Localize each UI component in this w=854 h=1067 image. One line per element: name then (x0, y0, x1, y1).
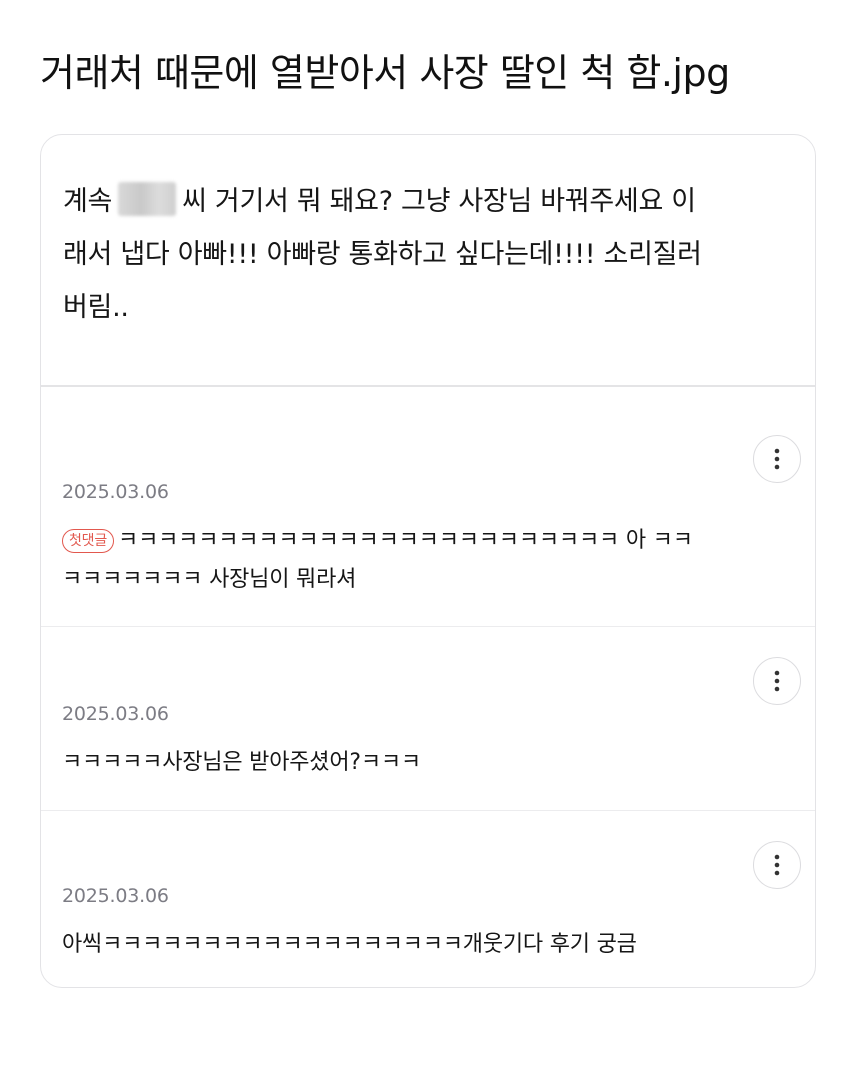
comment-item: 2025.03.06 첫댓글 ㅋㅋㅋㅋㅋㅋㅋㅋㅋㅋㅋㅋㅋㅋㅋㅋㅋㅋㅋㅋㅋㅋㅋㅋㅋ … (41, 387, 815, 627)
comment-line: ㅋㅋㅋㅋㅋ사장님은 받아주셨어?ㅋㅋㅋ (62, 750, 421, 775)
comment-more-button[interactable] (753, 657, 801, 705)
more-vertical-icon (774, 448, 780, 470)
post-text: 계속 씨 거기서 뭐 돼요? 그냥 사장님 바꿔주세요 이 래서 냅다 아빠!!!… (63, 175, 803, 334)
comment-text: 첫댓글 ㅋㅋㅋㅋㅋㅋㅋㅋㅋㅋㅋㅋㅋㅋㅋㅋㅋㅋㅋㅋㅋㅋㅋㅋㅋ 아 ㅋㅋ ㅋㅋㅋㅋㅋㅋ… (62, 521, 802, 599)
comment-item: 2025.03.06 ㅋㅋㅋㅋㅋ사장님은 받아주셨어?ㅋㅋㅋ (41, 627, 815, 811)
comment-text-segment: ㅋㅋㅋㅋㅋㅋㅋㅋㅋㅋㅋㅋㅋㅋㅋㅋㅋㅋㅋㅋㅋㅋㅋㅋㅋ 아 ㅋㅋ (118, 528, 693, 553)
post-text-segment: 씨 거기서 뭐 돼요? 그냥 사장님 바꿔주세요 이 (182, 186, 696, 217)
comment-date: 2025.03.06 (62, 885, 169, 907)
page-title: 거래처 때문에 열받아서 사장 딸인 척 함.jpg (40, 51, 730, 95)
comment-line: 아씩ㅋㅋㅋㅋㅋㅋㅋㅋㅋㅋㅋㅋㅋㅋㅋㅋㅋㅋ개웃기다 후기 궁금 (62, 932, 637, 957)
comment-line: ㅋㅋㅋㅋㅋㅋㅋ 사장님이 뭐라셔 (62, 567, 357, 592)
comment-date: 2025.03.06 (62, 481, 169, 503)
comment-more-button[interactable] (753, 435, 801, 483)
post-text-segment: 계속 (63, 186, 113, 217)
redacted-name (118, 182, 177, 216)
more-vertical-icon (774, 854, 780, 876)
post-line: 래서 냅다 아빠!!! 아빠랑 통화하고 싶다는데!!!! 소리질러 (63, 239, 702, 270)
first-comment-badge: 첫댓글 (62, 529, 115, 553)
post-body: 계속 씨 거기서 뭐 돼요? 그냥 사장님 바꿔주세요 이 래서 냅다 아빠!!!… (41, 135, 815, 387)
comment-item: 2025.03.06 아씩ㅋㅋㅋㅋㅋㅋㅋㅋㅋㅋㅋㅋㅋㅋㅋㅋㅋㅋ개웃기다 후기 궁… (41, 811, 815, 987)
comment-text: ㅋㅋㅋㅋㅋ사장님은 받아주셨어?ㅋㅋㅋ (62, 743, 802, 782)
comment-line: 첫댓글 ㅋㅋㅋㅋㅋㅋㅋㅋㅋㅋㅋㅋㅋㅋㅋㅋㅋㅋㅋㅋㅋㅋㅋㅋㅋ 아 ㅋㅋ (62, 521, 802, 560)
post-line: 계속 씨 거기서 뭐 돼요? 그냥 사장님 바꿔주세요 이 (63, 175, 803, 228)
post-card: 계속 씨 거기서 뭐 돼요? 그냥 사장님 바꿔주세요 이 래서 냅다 아빠!!!… (40, 134, 816, 988)
comment-text: 아씩ㅋㅋㅋㅋㅋㅋㅋㅋㅋㅋㅋㅋㅋㅋㅋㅋㅋㅋ개웃기다 후기 궁금 (62, 925, 802, 964)
comment-more-button[interactable] (753, 841, 801, 889)
comment-date: 2025.03.06 (62, 703, 169, 725)
more-vertical-icon (774, 670, 780, 692)
post-line: 버림.. (63, 292, 129, 323)
